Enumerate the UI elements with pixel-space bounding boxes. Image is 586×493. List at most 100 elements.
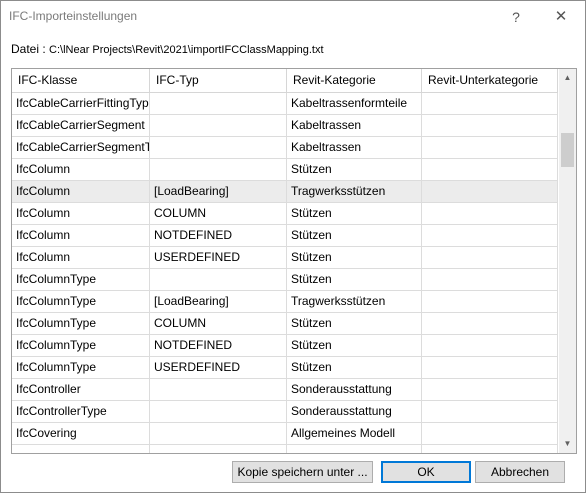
ifc-type-cell[interactable] — [150, 269, 287, 291]
revit-subcategory-cell[interactable] — [422, 335, 558, 357]
table-row[interactable]: IfcCableCarrierFittingTyp Kabeltrassenfor… — [12, 93, 558, 115]
table-row[interactable]: IfcColumnType [LoadBearing] Tragwerksstütz… — [12, 291, 558, 313]
table-row[interactable]: IfcColumn Stützen — [12, 159, 558, 181]
ifc-class-cell[interactable]: IfcColumn — [12, 181, 150, 203]
revit-subcategory-cell[interactable] — [422, 313, 558, 335]
revit-subcategory-cell[interactable] — [422, 203, 558, 225]
help-button[interactable]: ? — [501, 5, 531, 29]
ifc-class-cell[interactable]: IfcColumn — [12, 203, 150, 225]
table-row[interactable]: IfcCableCarrierSegment Kabeltrassen — [12, 115, 558, 137]
ifc-class-cell[interactable]: IfcColumnType — [12, 269, 150, 291]
ifc-class-cell[interactable]: IfcCableCarrierFittingTyp — [12, 93, 150, 115]
ifc-class-cell[interactable]: IfcColumnType — [12, 357, 150, 379]
revit-subcategory-cell[interactable] — [422, 159, 558, 181]
ifc-class-cell[interactable]: IfcColumnType — [12, 335, 150, 357]
ifc-type-cell[interactable]: USERDEFINED — [150, 247, 287, 269]
table-row[interactable]: IfcColumnType USERDEFINED Stützen — [12, 357, 558, 379]
ifc-class-cell[interactable]: IfcController — [12, 379, 150, 401]
revit-category-cell[interactable]: Stützen — [287, 159, 422, 181]
ifc-type-cell[interactable] — [150, 115, 287, 137]
ifc-type-cell[interactable]: COLUMN — [150, 313, 287, 335]
table-row[interactable] — [12, 445, 558, 453]
revit-category-cell[interactable]: Stützen — [287, 203, 422, 225]
revit-category-cell[interactable]: Stützen — [287, 357, 422, 379]
revit-subcategory-cell[interactable] — [422, 357, 558, 379]
table-row[interactable]: IfcColumnType COLUMN Stützen — [12, 313, 558, 335]
table-row[interactable]: IfcController Sonderausstattung — [12, 379, 558, 401]
table-row[interactable]: IfcColumnType NOTDEFINED Stützen — [12, 335, 558, 357]
revit-subcategory-cell[interactable] — [422, 291, 558, 313]
ifc-class-cell[interactable]: IfcColumnType — [12, 291, 150, 313]
column-header-ifc-class[interactable]: IFC-Klasse — [12, 69, 150, 92]
cancel-button[interactable]: Abbrechen — [475, 461, 565, 483]
ifc-type-cell[interactable] — [150, 423, 287, 445]
ifc-type-cell[interactable]: NOTDEFINED — [150, 335, 287, 357]
table-body: IfcCableCarrierFittingTyp Kabeltrassenfor… — [12, 93, 558, 453]
revit-subcategory-cell[interactable] — [422, 269, 558, 291]
ifc-type-cell[interactable]: COLUMN — [150, 203, 287, 225]
revit-subcategory-cell[interactable] — [422, 181, 558, 203]
close-button[interactable]: ✕ — [546, 5, 576, 29]
ifc-type-cell[interactable] — [150, 137, 287, 159]
table-row[interactable]: IfcColumn COLUMN Stützen — [12, 203, 558, 225]
table-row[interactable]: IfcControllerType Sonderausstattung — [12, 401, 558, 423]
revit-category-cell[interactable]: Sonderausstattung — [287, 401, 422, 423]
ifc-class-cell[interactable]: IfcColumn — [12, 225, 150, 247]
table-row[interactable]: IfcCovering Allgemeines Modell — [12, 423, 558, 445]
ifc-class-cell[interactable] — [12, 445, 150, 453]
ifc-type-cell[interactable] — [150, 445, 287, 453]
table-row[interactable]: IfcCableCarrierSegmentT Kabeltrassen — [12, 137, 558, 159]
revit-category-cell[interactable]: Tragwerksstützen — [287, 291, 422, 313]
revit-category-cell[interactable]: Kabeltrassen — [287, 137, 422, 159]
revit-subcategory-cell[interactable] — [422, 423, 558, 445]
ifc-type-cell[interactable] — [150, 401, 287, 423]
ifc-type-cell[interactable] — [150, 379, 287, 401]
revit-subcategory-cell[interactable] — [422, 137, 558, 159]
ifc-type-cell[interactable]: [LoadBearing] — [150, 291, 287, 313]
revit-subcategory-cell[interactable] — [422, 93, 558, 115]
column-header-ifc-type[interactable]: IFC-Typ — [150, 69, 287, 92]
revit-category-cell[interactable]: Stützen — [287, 247, 422, 269]
ifc-type-cell[interactable]: NOTDEFINED — [150, 225, 287, 247]
revit-subcategory-cell[interactable] — [422, 445, 558, 453]
table-row[interactable]: IfcColumn [LoadBearing] Tragwerksstützen — [12, 181, 558, 203]
ifc-class-cell[interactable]: IfcColumn — [12, 247, 150, 269]
ok-button[interactable]: OK — [381, 461, 471, 483]
column-header-revit-subcategory[interactable]: Revit-Unterkategorie — [422, 69, 558, 92]
ifc-class-cell[interactable]: IfcColumn — [12, 159, 150, 181]
revit-subcategory-cell[interactable] — [422, 401, 558, 423]
vertical-scrollbar[interactable]: ▲ ▼ — [559, 69, 576, 453]
scroll-up-arrow-icon[interactable]: ▲ — [559, 71, 576, 85]
ifc-type-cell[interactable]: [LoadBearing] — [150, 181, 287, 203]
revit-category-cell[interactable]: Sonderausstattung — [287, 379, 422, 401]
revit-category-cell[interactable] — [287, 445, 422, 453]
ifc-type-cell[interactable] — [150, 159, 287, 181]
revit-category-cell[interactable]: Stützen — [287, 313, 422, 335]
table-row[interactable]: IfcColumnType Stützen — [12, 269, 558, 291]
ifc-class-cell[interactable]: IfcColumnType — [12, 313, 150, 335]
revit-subcategory-cell[interactable] — [422, 225, 558, 247]
ifc-class-cell[interactable]: IfcCableCarrierSegment — [12, 115, 150, 137]
table-row[interactable]: IfcColumn NOTDEFINED Stützen — [12, 225, 558, 247]
table-header: IFC-Klasse IFC-Typ Revit-Kategorie Revit… — [12, 69, 558, 93]
revit-category-cell[interactable]: Kabeltrassenformteile — [287, 93, 422, 115]
revit-subcategory-cell[interactable] — [422, 379, 558, 401]
ifc-type-cell[interactable] — [150, 93, 287, 115]
scrollbar-thumb[interactable] — [561, 133, 574, 167]
table-row[interactable]: IfcColumn USERDEFINED Stützen — [12, 247, 558, 269]
revit-category-cell[interactable]: Allgemeines Modell — [287, 423, 422, 445]
column-header-revit-category[interactable]: Revit-Kategorie — [287, 69, 422, 92]
revit-category-cell[interactable]: Stützen — [287, 269, 422, 291]
revit-subcategory-cell[interactable] — [422, 247, 558, 269]
ifc-type-cell[interactable]: USERDEFINED — [150, 357, 287, 379]
revit-subcategory-cell[interactable] — [422, 115, 558, 137]
scroll-down-arrow-icon[interactable]: ▼ — [559, 437, 576, 451]
ifc-class-cell[interactable]: IfcControllerType — [12, 401, 150, 423]
revit-category-cell[interactable]: Kabeltrassen — [287, 115, 422, 137]
ifc-class-cell[interactable]: IfcCableCarrierSegmentT — [12, 137, 150, 159]
save-copy-as-button[interactable]: Kopie speichern unter ... — [232, 461, 373, 483]
revit-category-cell[interactable]: Tragwerksstützen — [287, 181, 422, 203]
revit-category-cell[interactable]: Stützen — [287, 225, 422, 247]
revit-category-cell[interactable]: Stützen — [287, 335, 422, 357]
ifc-class-cell[interactable]: IfcCovering — [12, 423, 150, 445]
